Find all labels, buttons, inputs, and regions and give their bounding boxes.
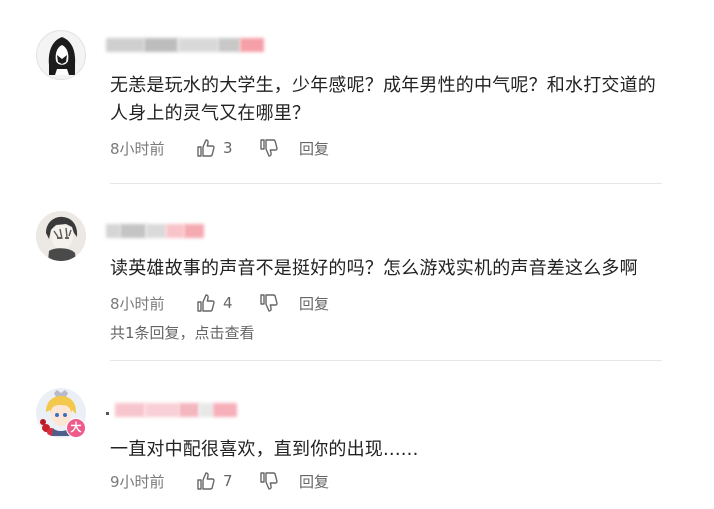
anime-character-icon xyxy=(36,211,86,261)
like-button[interactable]: 7 xyxy=(196,471,253,491)
reply-button[interactable]: 回复 xyxy=(299,138,329,159)
thumbs-down-icon xyxy=(260,139,278,157)
hooded-figure-icon xyxy=(48,37,76,75)
dislike-button[interactable] xyxy=(259,293,279,313)
thumbs-up-icon xyxy=(197,139,215,157)
thumbs-down-icon xyxy=(260,472,278,490)
comment-text: 一直对中配很喜欢，直到你的出现...... xyxy=(110,439,419,460)
comment-meta: 9小时前 7 回复 xyxy=(110,470,329,492)
comment-meta: 8小时前 3 回复 xyxy=(110,137,329,159)
like-count: 7 xyxy=(223,472,233,490)
avatar[interactable] xyxy=(36,30,86,80)
comment-time: 9小时前 xyxy=(110,472,165,491)
thumbs-up-icon xyxy=(197,294,215,312)
comment-time: 8小时前 xyxy=(110,139,165,158)
like-count: 3 xyxy=(223,139,233,157)
username-blurred[interactable] xyxy=(106,401,276,418)
comment-meta: 8小时前 4 回复 xyxy=(110,292,329,314)
view-replies-link[interactable]: 共1条回复，点击查看 xyxy=(110,322,255,343)
like-button[interactable]: 4 xyxy=(196,293,253,313)
dislike-button[interactable] xyxy=(259,471,279,491)
dislike-button[interactable] xyxy=(259,138,279,158)
like-count: 4 xyxy=(223,294,233,312)
username-blurred[interactable] xyxy=(106,222,276,239)
like-button[interactable]: 3 xyxy=(196,138,253,158)
reply-button[interactable]: 回复 xyxy=(299,471,329,492)
comment-text: 无恙是玩水的大学生，少年感呢？成年男性的中气呢？和水打交道的人身上的灵气又在哪里… xyxy=(110,75,656,124)
avatar[interactable]: 大 xyxy=(36,388,86,438)
reply-button[interactable]: 回复 xyxy=(299,293,329,314)
avatar[interactable] xyxy=(36,211,86,261)
divider xyxy=(110,183,662,184)
comment-time: 8小时前 xyxy=(110,294,165,313)
comment-text: 读英雄故事的声音不是挺好的吗？怎么游戏实机的声音差这么多啊 xyxy=(110,258,638,279)
badge-icon: 大 xyxy=(66,418,86,438)
thumbs-up-icon xyxy=(197,472,215,490)
username-blurred[interactable] xyxy=(106,36,276,53)
divider xyxy=(110,360,662,361)
thumbs-down-icon xyxy=(260,294,278,312)
